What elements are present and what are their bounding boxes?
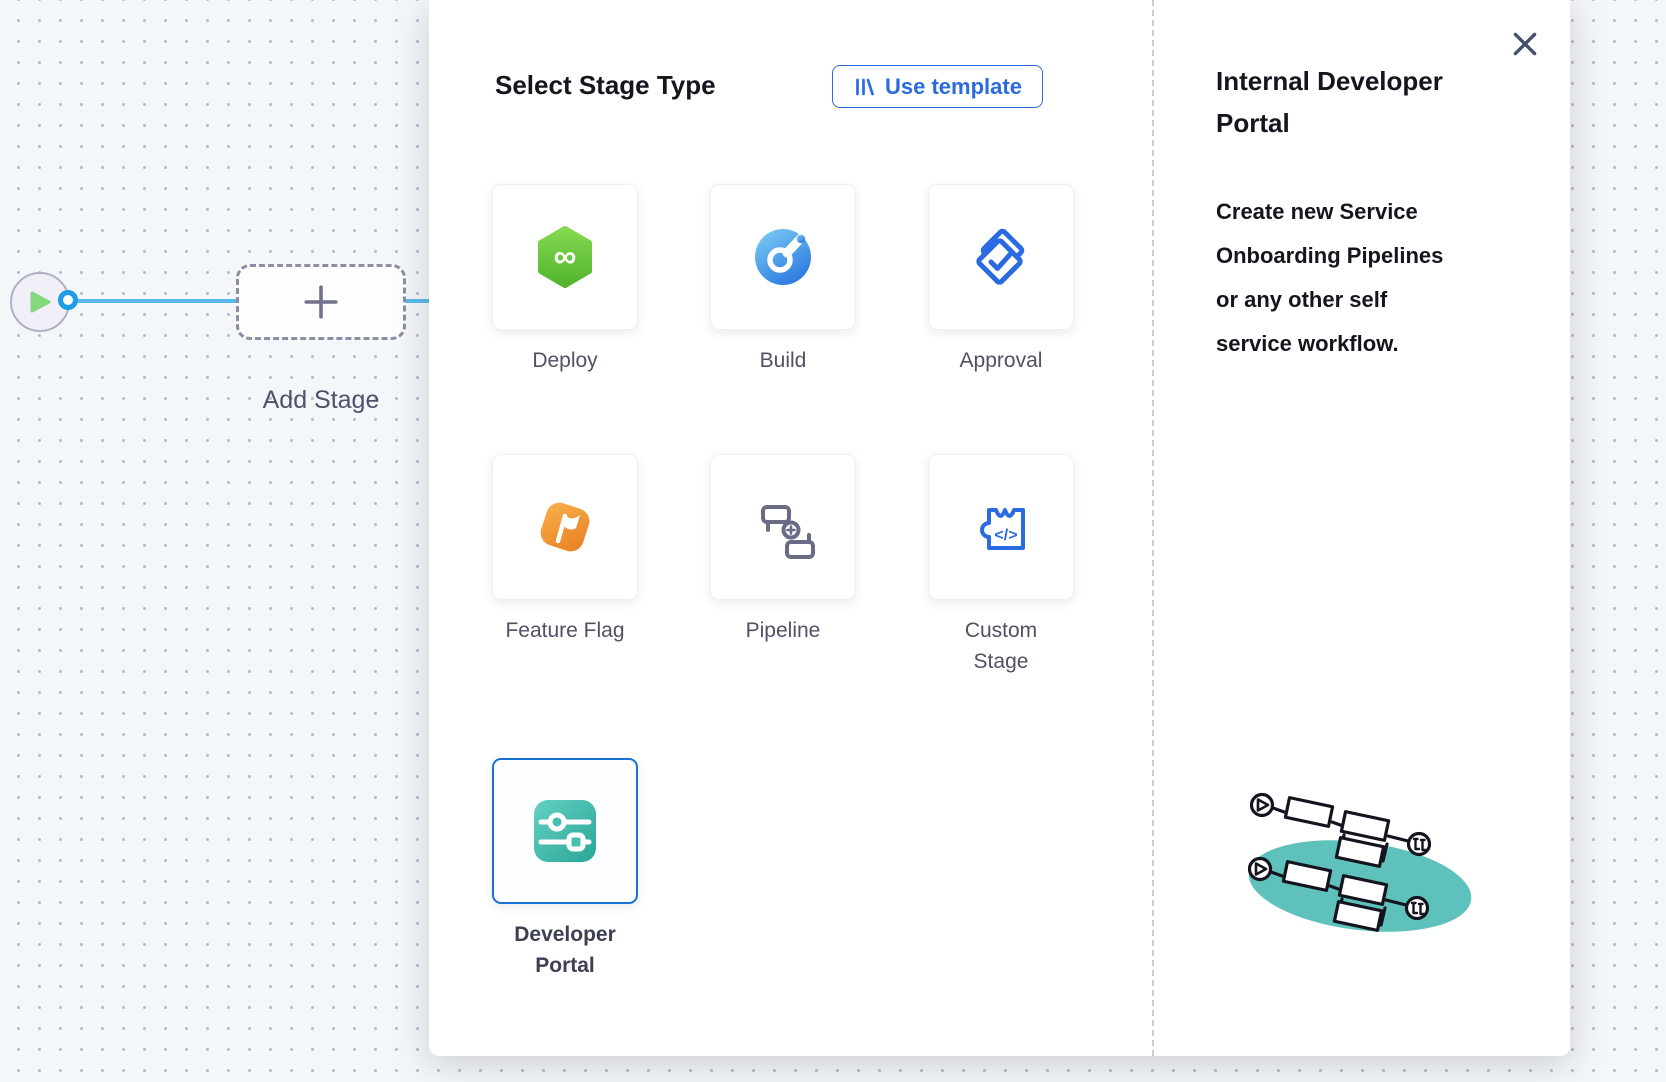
add-stage-label: Add Stage xyxy=(236,386,406,415)
modal-title: Select Stage Type xyxy=(495,70,716,101)
approval-icon xyxy=(969,225,1033,289)
pipelines-illustration xyxy=(1240,786,1480,981)
connector-node-icon[interactable] xyxy=(58,290,78,310)
pipeline-connector-line xyxy=(406,299,430,303)
stage-label: Deploy xyxy=(500,345,630,376)
feature-flag-icon xyxy=(533,495,597,559)
stage-label: Build xyxy=(718,345,848,376)
panel-title: Internal Developer Portal xyxy=(1216,60,1486,144)
stage-card-developer-portal[interactable] xyxy=(492,758,638,904)
panel-description: Create new Service Onboarding Pipelines … xyxy=(1216,190,1468,366)
use-template-label: Use template xyxy=(885,74,1022,100)
plus-icon xyxy=(302,283,340,321)
stage-card-custom-stage[interactable]: </> xyxy=(928,454,1074,600)
stage-label: Pipeline xyxy=(718,615,848,646)
custom-stage-icon: </> xyxy=(969,495,1033,559)
play-icon xyxy=(28,290,52,314)
stage-label-selected: Developer Portal xyxy=(500,919,630,981)
pipeline-editor-screen: { "canvas": { "add_stage_label": "Add St… xyxy=(0,0,1666,1082)
pipeline-icon xyxy=(751,495,815,559)
stage-label: Approval xyxy=(936,345,1066,376)
stage-card-deploy[interactable]: ∞ xyxy=(492,184,638,330)
stage-card-feature-flag[interactable] xyxy=(492,454,638,600)
svg-text:</>: </> xyxy=(994,527,1017,544)
developer-portal-icon xyxy=(533,799,597,863)
stage-card-build[interactable] xyxy=(710,184,856,330)
pipeline-illustration-graphic xyxy=(1240,786,1480,976)
stage-card-approval[interactable] xyxy=(928,184,1074,330)
close-button[interactable] xyxy=(1507,26,1543,62)
close-icon xyxy=(1509,28,1541,60)
stage-card-pipeline[interactable] xyxy=(710,454,856,600)
build-icon xyxy=(751,225,815,289)
panel-divider xyxy=(1152,0,1154,1056)
deploy-icon: ∞ xyxy=(533,225,597,289)
svg-text:∞: ∞ xyxy=(554,238,577,274)
add-stage-button[interactable] xyxy=(236,264,406,340)
use-template-button[interactable]: Use template xyxy=(832,65,1043,108)
template-icon xyxy=(853,76,875,98)
stage-label: Feature Flag xyxy=(500,615,630,646)
stage-label: Custom Stage xyxy=(936,615,1066,677)
